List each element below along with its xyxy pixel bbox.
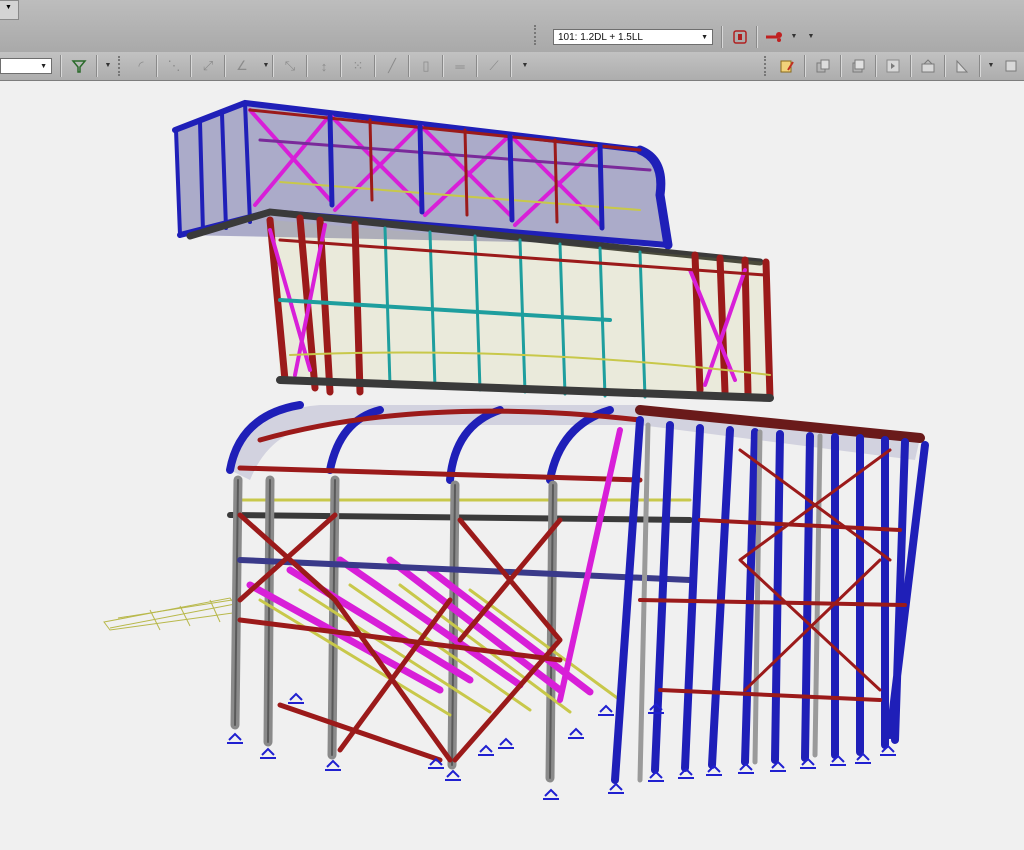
copy-icon[interactable] [812, 55, 834, 77]
load-combination-value: 101: 1.2DL + 1.5LL [558, 32, 643, 43]
chevron-down-icon: ▼ [40, 63, 47, 70]
drawing-toolbar: ▼ ▼ ◜ ⋱ ⤢ ∠ ▼ ⤡ ↕ ⁙ ╱ ▯ ═ ⟋ ▼ ▼ [0, 52, 1024, 81]
next-icon[interactable] [882, 55, 904, 77]
middle-frame [266, 214, 774, 402]
separator [944, 55, 946, 77]
diagonal-icon[interactable]: ⤢ [197, 55, 219, 77]
member-release-icon[interactable] [763, 26, 785, 48]
edit-note-icon[interactable] [776, 55, 798, 77]
separator [756, 26, 758, 48]
separator [190, 55, 192, 77]
column-icon[interactable]: ▯ [415, 55, 437, 77]
chevron-down-icon[interactable]: ▼ [986, 62, 996, 69]
vertical-arrow-icon[interactable]: ↕ [313, 55, 335, 77]
top-toolbar: ▼ 101: 1.2DL + 1.5LL ▼ ▼ ▼ [0, 0, 1024, 53]
slope-icon[interactable]: ⟋ [483, 55, 505, 77]
separator [224, 55, 226, 77]
separator [306, 55, 308, 77]
angle-icon[interactable]: ∠ [231, 55, 253, 77]
view-select[interactable]: ▼ [0, 58, 52, 74]
separator [272, 55, 274, 77]
chevron-down-icon[interactable]: ▼ [261, 62, 271, 69]
support-symbols [227, 692, 896, 800]
separator [374, 55, 376, 77]
separator [721, 26, 723, 48]
3d-viewport[interactable] [0, 81, 1024, 850]
lower-frame [226, 401, 929, 784]
structural-model [103, 99, 929, 800]
arc-icon[interactable]: ◜ [130, 55, 152, 77]
load-combination-select[interactable]: 101: 1.2DL + 1.5LL ▼ [553, 29, 713, 45]
stack-icon[interactable] [847, 55, 869, 77]
display-loads-icon[interactable] [729, 26, 751, 48]
toolbar-grip [118, 56, 123, 76]
filter-icon[interactable] [68, 55, 90, 77]
dotted-grid-icon[interactable]: ⁙ [347, 55, 369, 77]
separator [979, 55, 981, 77]
separator [476, 55, 478, 77]
chevron-down-icon[interactable]: ▼ [103, 62, 113, 69]
dash-line-icon[interactable]: ⋱ [163, 55, 185, 77]
separator [510, 55, 512, 77]
separator [840, 55, 842, 77]
chevron-down-icon: ▼ [701, 34, 708, 41]
separator [340, 55, 342, 77]
overflow-menu-icon[interactable] [1000, 55, 1022, 77]
slope-panel-icon[interactable] [951, 55, 973, 77]
cantilever-stair [103, 597, 241, 631]
separator [408, 55, 410, 77]
chevron-down-icon[interactable]: ▼ [520, 62, 530, 69]
separator [156, 55, 158, 77]
panel-icon[interactable] [917, 55, 939, 77]
toolbar-grip [764, 56, 769, 76]
toolbar-dropdown-stub[interactable]: ▼ [0, 0, 19, 20]
separator [910, 55, 912, 77]
separator [804, 55, 806, 77]
separator [60, 55, 62, 77]
separator [442, 55, 444, 77]
toolbar-grip [534, 25, 539, 45]
chevron-down-icon[interactable]: ▼ [789, 33, 799, 40]
overflow-chevron-icon[interactable]: ▼ [806, 33, 816, 40]
grid-snap-icon[interactable]: ⤡ [279, 55, 301, 77]
line-tool-icon[interactable]: ╱ [381, 55, 403, 77]
separator [96, 55, 98, 77]
separator [875, 55, 877, 77]
horizontal-member-icon[interactable]: ═ [449, 55, 471, 77]
